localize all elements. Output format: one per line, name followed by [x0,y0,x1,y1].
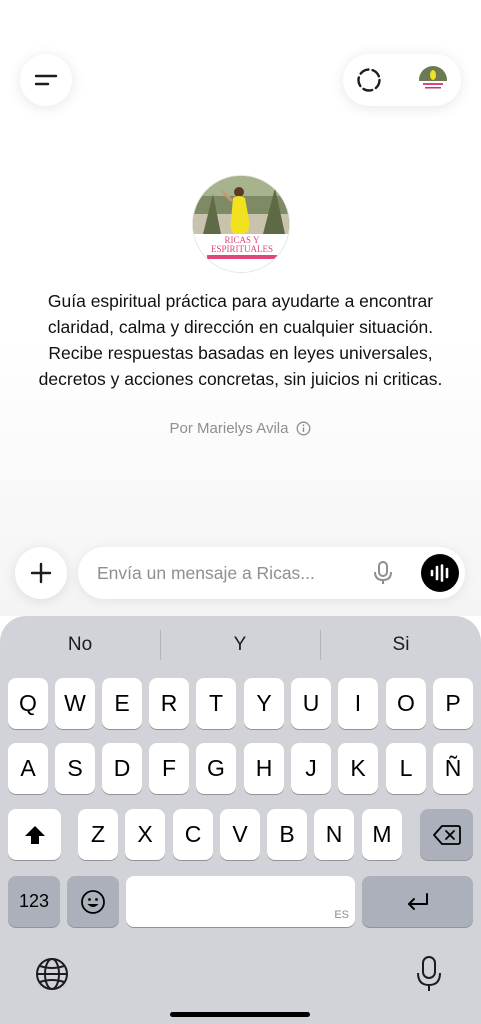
shift-arrow-icon [24,825,45,844]
key[interactable]: S [55,743,95,794]
key[interactable]: N [314,809,354,860]
menu-button[interactable] [20,54,72,106]
key[interactable]: Ñ [433,743,473,794]
home-indicator [170,1012,310,1017]
suggestion-bar: No Y Si [0,626,481,664]
plus-icon [30,562,52,584]
dictation-microphone-icon[interactable] [414,954,444,994]
dashed-circle-icon[interactable] [355,66,383,94]
numbers-key[interactable]: 123 [8,876,60,927]
key[interactable]: W [55,678,95,729]
key[interactable]: U [291,678,331,729]
key[interactable]: K [338,743,378,794]
space-language-label: ES [334,909,349,921]
key[interactable]: F [149,743,189,794]
gpt-avatar-small[interactable] [419,66,447,94]
key[interactable]: Y [244,678,284,729]
key[interactable]: M [362,809,402,860]
return-key[interactable] [362,876,473,927]
key[interactable]: I [338,678,378,729]
key[interactable]: V [220,809,260,860]
emoji-key[interactable] [67,876,119,927]
key[interactable]: D [102,743,142,794]
voice-waveform-icon [430,564,449,582]
suggestion-1[interactable]: No [0,626,160,664]
voice-mode-button[interactable] [421,554,459,592]
key[interactable]: E [102,678,142,729]
key[interactable]: C [173,809,213,860]
globe-icon[interactable] [34,956,70,992]
key[interactable]: J [291,743,331,794]
key[interactable]: R [149,678,189,729]
header-actions [343,54,461,106]
logo-line-2: ESPIRITUALES [211,244,273,254]
shift-key[interactable] [8,809,61,860]
message-input[interactable] [97,547,357,599]
gpt-description: Guía espiritual práctica para ayudarte a… [38,291,443,389]
microphone-icon[interactable] [369,559,397,587]
suggestion-3[interactable]: Si [321,626,481,664]
key[interactable]: H [244,743,284,794]
emoji-icon [81,889,105,914]
key[interactable]: B [267,809,307,860]
message-composer [78,547,465,599]
key[interactable]: T [196,678,236,729]
key[interactable]: A [8,743,48,794]
backspace-icon [432,824,461,845]
key[interactable]: Z [78,809,118,860]
gpt-avatar: RICAS Y ESPIRITUALES [192,175,290,273]
delete-key[interactable] [420,809,473,860]
key[interactable]: X [125,809,165,860]
key[interactable]: P [433,678,473,729]
return-arrow-icon [407,892,428,910]
key[interactable]: L [386,743,426,794]
attach-button[interactable] [15,547,67,599]
author-name: Por Marielys Avila [169,420,289,437]
key[interactable]: Q [8,678,48,729]
key[interactable]: O [386,678,426,729]
author-line: Por Marielys Avila [0,420,481,437]
space-key[interactable]: ES [126,876,355,927]
info-icon[interactable] [296,421,311,436]
keyboard: No Y Si Q W E R T Y U I O P A S D F G H … [0,616,481,1024]
suggestion-2[interactable]: Y [160,626,320,664]
key[interactable]: G [196,743,236,794]
menu-lines-icon [34,74,58,86]
